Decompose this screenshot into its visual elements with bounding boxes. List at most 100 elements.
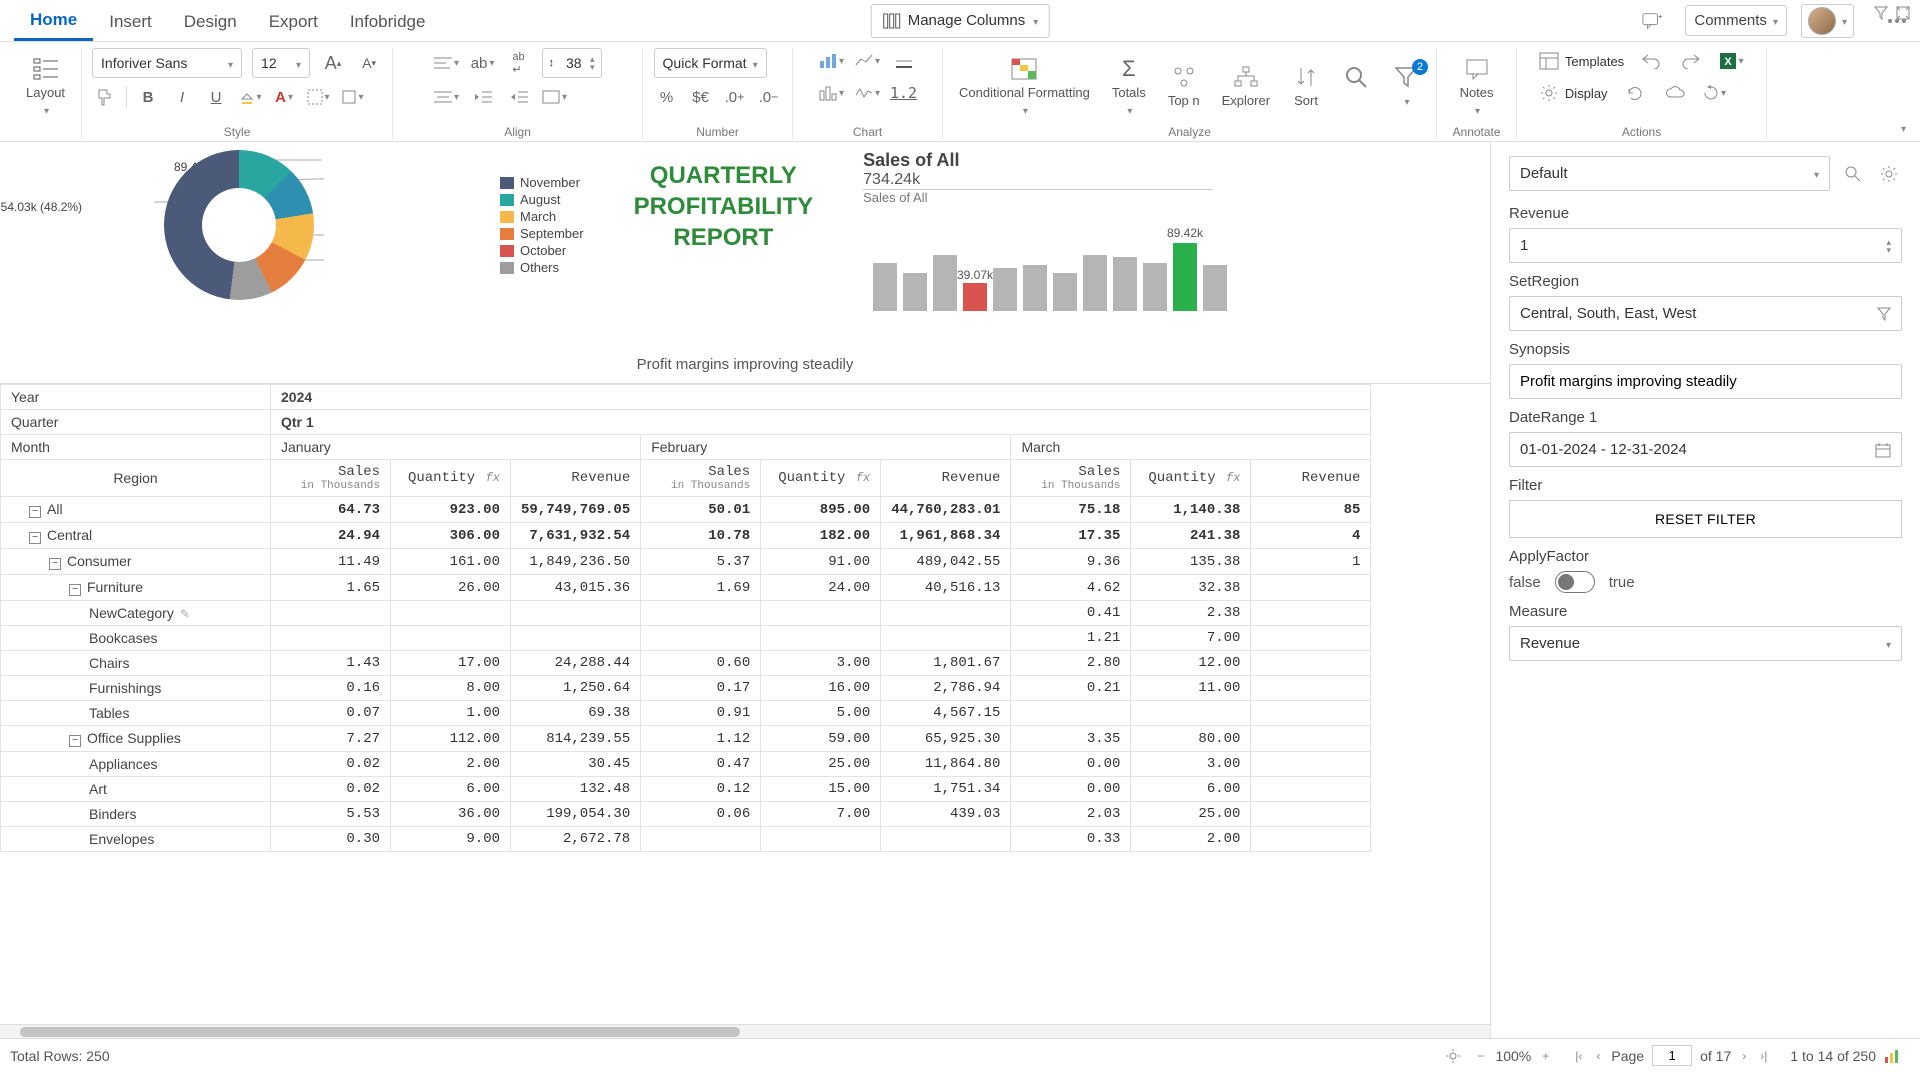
cell[interactable]	[881, 601, 1011, 626]
cell[interactable]: 24,288.44	[511, 651, 641, 676]
cell[interactable]: 4.62	[1011, 575, 1131, 601]
tree-toggle[interactable]: −	[29, 532, 41, 544]
cell[interactable]	[641, 827, 761, 852]
totals-button[interactable]: Σ Totals	[1106, 53, 1152, 119]
cell[interactable]: 4	[1251, 523, 1371, 549]
page-last-button[interactable]: ›|	[1757, 1049, 1770, 1063]
currency-button[interactable]: $€	[688, 84, 714, 110]
manage-columns-button[interactable]: Manage Columns	[871, 4, 1050, 38]
page-next-button[interactable]: ›	[1739, 1049, 1749, 1063]
font-grow-button[interactable]: A▴	[320, 50, 346, 76]
cell[interactable]: 7.00	[1131, 626, 1251, 651]
cell[interactable]: 1.69	[641, 575, 761, 601]
pivot-table[interactable]: Year 2024 Quarter Qtr 1 Month January Fe…	[0, 384, 1371, 852]
redo-button[interactable]	[1678, 48, 1704, 74]
status-chart-icon[interactable]	[1884, 1048, 1900, 1064]
cell[interactable]: 40,516.13	[881, 575, 1011, 601]
refresh-button[interactable]	[1622, 80, 1648, 106]
cell[interactable]: 0.07	[271, 701, 391, 726]
row-header[interactable]: Envelopes	[1, 827, 271, 852]
revenue-field[interactable]: 1 ▴▾	[1509, 228, 1902, 263]
panel-preset-select[interactable]: Default	[1509, 156, 1830, 191]
cell[interactable]: 11.00	[1131, 676, 1251, 701]
text-orientation-button[interactable]: ab	[470, 50, 496, 76]
cell[interactable]: 44,760,283.01	[881, 497, 1011, 523]
cell[interactable]: 80.00	[1131, 726, 1251, 752]
row-header[interactable]: Binders	[1, 802, 271, 827]
cell[interactable]: 923.00	[391, 497, 511, 523]
font-shrink-button[interactable]: A▾	[356, 50, 382, 76]
excel-export-button[interactable]: X	[1718, 48, 1744, 74]
cell[interactable]: 2.00	[391, 752, 511, 777]
cell[interactable]: 0.30	[271, 827, 391, 852]
cell[interactable]	[641, 601, 761, 626]
cell[interactable]: 9.36	[1011, 549, 1131, 575]
underline-button[interactable]: U	[203, 84, 229, 110]
bold-button[interactable]: B	[135, 84, 161, 110]
format-painter-button[interactable]	[92, 84, 118, 110]
table-row[interactable]: Art0.026.00132.480.1215.001,751.340.006.…	[1, 777, 1371, 802]
pencil-icon[interactable]: ✎	[180, 607, 190, 621]
cell[interactable]: 112.00	[391, 726, 511, 752]
cell[interactable]: 11,864.80	[881, 752, 1011, 777]
row-header[interactable]: −Central	[1, 523, 271, 549]
more-style-button[interactable]	[339, 84, 365, 110]
templates-button[interactable]: Templates	[1539, 51, 1624, 71]
expand-icon[interactable]	[1896, 6, 1910, 20]
cell[interactable]: 26.00	[391, 575, 511, 601]
table-row[interactable]: Bookcases1.217.00	[1, 626, 1371, 651]
cell[interactable]: 0.02	[271, 752, 391, 777]
quick-format-select[interactable]: Quick Format	[654, 48, 767, 78]
cell[interactable]: 1.00	[391, 701, 511, 726]
table-row[interactable]: −All64.73923.0059,749,769.0550.01895.004…	[1, 497, 1371, 523]
cell[interactable]: 2.00	[1131, 827, 1251, 852]
cell[interactable]	[1251, 777, 1371, 802]
cell[interactable]	[761, 827, 881, 852]
row-header[interactable]: −All	[1, 497, 271, 523]
cell[interactable]: 1.43	[271, 651, 391, 676]
tree-toggle[interactable]: −	[69, 584, 81, 596]
cell[interactable]: 6.00	[391, 777, 511, 802]
cell[interactable]: 75.18	[1011, 497, 1131, 523]
align-vertical-button[interactable]	[434, 84, 460, 110]
fit-button[interactable]	[542, 84, 568, 110]
topn-button[interactable]: Top n	[1162, 61, 1206, 110]
cell[interactable]	[761, 626, 881, 651]
cell[interactable]: 241.38	[1131, 523, 1251, 549]
tab-home[interactable]: Home	[14, 0, 93, 41]
cell[interactable]: 1,140.38	[1131, 497, 1251, 523]
table-row[interactable]: −Office Supplies7.27112.00814,239.551.12…	[1, 726, 1371, 752]
cell[interactable]: 1,849,236.50	[511, 549, 641, 575]
table-row[interactable]: −Consumer11.49161.001,849,236.505.3791.0…	[1, 549, 1371, 575]
cell[interactable]: 8.00	[391, 676, 511, 701]
cell[interactable]: 2.80	[1011, 651, 1131, 676]
cell[interactable]: 182.00	[761, 523, 881, 549]
cell[interactable]: 1,751.34	[881, 777, 1011, 802]
chart-underline-value[interactable]: 1.2	[891, 80, 917, 106]
table-row[interactable]: Furnishings0.168.001,250.640.1716.002,78…	[1, 676, 1371, 701]
wrap-text-button[interactable]: ab↵	[506, 50, 532, 76]
cell[interactable]	[511, 626, 641, 651]
border-button[interactable]	[305, 84, 331, 110]
tab-export[interactable]: Export	[253, 2, 334, 40]
cell[interactable]: 2.03	[1011, 802, 1131, 827]
table-row[interactable]: −Furniture1.6526.0043,015.361.6924.0040,…	[1, 575, 1371, 601]
cell[interactable]	[1251, 651, 1371, 676]
tree-toggle[interactable]: −	[69, 735, 81, 747]
panel-settings-button[interactable]	[1876, 161, 1902, 187]
cell[interactable]: 17.00	[391, 651, 511, 676]
cell[interactable]: 2,672.78	[511, 827, 641, 852]
applyfactor-toggle[interactable]	[1555, 571, 1595, 593]
cell[interactable]	[1251, 752, 1371, 777]
font-family-select[interactable]: Inforiver Sans	[92, 48, 242, 78]
italic-button[interactable]: I	[169, 84, 195, 110]
row-header[interactable]: −Furniture	[1, 575, 271, 601]
cell[interactable]: 0.91	[641, 701, 761, 726]
cell[interactable]: 1	[1251, 549, 1371, 575]
cell[interactable]: 10.78	[641, 523, 761, 549]
cell[interactable]	[1251, 701, 1371, 726]
cell[interactable]: 65,925.30	[881, 726, 1011, 752]
cell[interactable]	[761, 601, 881, 626]
cell[interactable]: 5.53	[271, 802, 391, 827]
chart-spark-button[interactable]	[855, 80, 881, 106]
